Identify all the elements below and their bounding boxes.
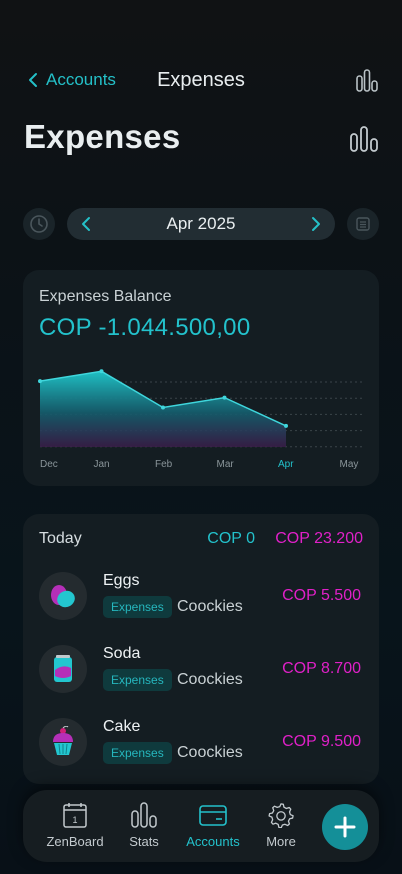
list-icon (356, 217, 370, 231)
bar-chart-icon (131, 802, 157, 828)
transaction-amount: COP 5.500 (282, 587, 361, 604)
period-label: Apr 2025 (166, 214, 236, 233)
gear-icon (268, 803, 294, 828)
tab-label: ZenBoard (46, 834, 104, 849)
expense-total: COP 23.200 (275, 530, 363, 547)
category-badge: Expenses (103, 742, 172, 764)
x-tick-label: Dec (40, 459, 58, 470)
transaction-row[interactable]: Soda Expenses Coockies COP 8.700 (23, 645, 379, 697)
tab-accounts[interactable]: Accounts (181, 802, 245, 849)
transaction-row[interactable]: Eggs Expenses Coockies COP 5.500 (23, 572, 379, 624)
transaction-account: Coockies (177, 671, 243, 688)
transaction-name: Cake (103, 718, 141, 735)
soda-can-icon (39, 645, 87, 693)
balance-label: Expenses Balance (39, 288, 172, 305)
income-total: COP 0 (207, 530, 255, 547)
expenses-area-chart: Dec Jan Feb Mar Apr May (38, 369, 363, 470)
card-icon (199, 805, 227, 826)
add-transaction-button[interactable] (322, 804, 368, 850)
transaction-name: Soda (103, 645, 141, 662)
period-selector: Apr 2025 (67, 208, 335, 240)
category-badge: Expenses (103, 669, 172, 691)
transaction-account: Coockies (177, 744, 243, 761)
tab-more[interactable]: More (249, 802, 313, 849)
transaction-row[interactable]: Cake Expenses Coockies COP 9.500 (23, 718, 379, 770)
page-title: Expenses (24, 118, 181, 155)
transaction-amount: COP 9.500 (282, 733, 361, 750)
cupcake-icon (39, 718, 87, 766)
tab-label: More (266, 834, 296, 849)
x-tick-label: Jan (94, 459, 110, 470)
nav-title: Expenses (157, 69, 245, 91)
transaction-account: Coockies (177, 598, 243, 615)
data-point (284, 423, 288, 428)
tab-label: Stats (129, 834, 159, 849)
category-badge: Expenses (103, 596, 172, 618)
calendar-icon: 1 (63, 803, 87, 828)
data-point (222, 395, 227, 400)
balance-value: COP -1.044.500,00 (39, 314, 251, 341)
tab-stats[interactable]: Stats (112, 802, 176, 849)
chevron-left-icon[interactable] (81, 216, 91, 232)
x-tick-label: Mar (217, 459, 235, 470)
transaction-name: Eggs (103, 572, 140, 589)
x-tick-label: May (340, 459, 359, 470)
group-date-label: Today (39, 530, 82, 547)
tab-zenboard[interactable]: 1 ZenBoard (43, 802, 107, 849)
transaction-amount: COP 8.700 (282, 660, 361, 677)
data-point (99, 369, 104, 374)
tab-label: Accounts (186, 834, 240, 849)
stats-icon[interactable] (356, 69, 378, 93)
chevron-right-icon[interactable] (311, 216, 321, 232)
history-button[interactable] (23, 208, 55, 240)
top-nav-bar: Accounts Expenses (0, 64, 402, 98)
calendar-day: 1 (72, 815, 77, 825)
plus-icon (334, 816, 356, 838)
list-view-button[interactable] (347, 208, 379, 240)
clock-icon (30, 215, 48, 233)
x-tick-label: Feb (155, 459, 173, 470)
eggs-icon (39, 572, 87, 620)
data-point (38, 379, 42, 384)
data-point (161, 405, 165, 410)
balance-card: Expenses Balance COP -1.044.500,00 Dec Ja… (23, 270, 379, 486)
x-tick-label: Apr (278, 459, 294, 470)
transactions-card: Today COP 0 COP 23.200 Eggs Expenses Coo… (23, 514, 379, 784)
stats-icon[interactable] (350, 126, 378, 152)
